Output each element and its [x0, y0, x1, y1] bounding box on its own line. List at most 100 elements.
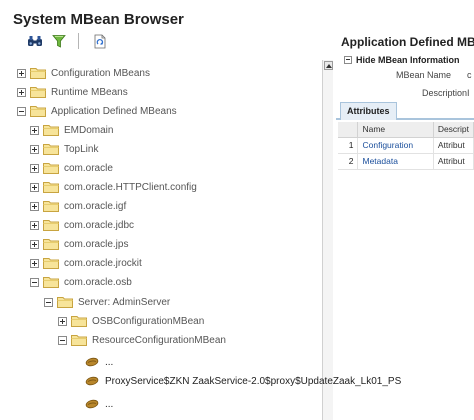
tree-node-runtime-mbeans[interactable]: Runtime MBeans: [17, 83, 128, 101]
tree-node-label: com.oracle.jdbc: [64, 219, 135, 231]
binoculars-icon[interactable]: [26, 32, 44, 50]
tree-node-application-defined-mbeans[interactable]: Application Defined MBeans: [17, 102, 177, 120]
description-label: Description: [422, 88, 468, 98]
hide-mbean-info-toggle[interactable]: Hide MBean Information: [344, 55, 460, 65]
tree-node-com-oracle-jps[interactable]: com.oracle.jps: [30, 235, 128, 253]
tree-leaf-label: ...: [105, 356, 114, 368]
expand-icon[interactable]: [30, 220, 39, 230]
folder-icon: [71, 315, 87, 327]
expand-icon[interactable]: [30, 182, 39, 192]
tree-leaf-mbean[interactable]: ...: [85, 353, 113, 371]
tree-node-com-oracle-jrockit[interactable]: com.oracle.jrockit: [30, 254, 142, 272]
attribute-description: Attribut: [433, 137, 474, 154]
folder-icon: [43, 124, 59, 136]
tree-leaf-label: ...: [105, 398, 114, 410]
mbean-tree: Configuration MBeans Runtime MBeans Appl…: [0, 58, 401, 420]
collapse-icon[interactable]: [44, 297, 53, 307]
section-label: Hide MBean Information: [356, 55, 460, 65]
expand-icon[interactable]: [30, 201, 39, 211]
tree-node-label: EMDomain: [64, 124, 114, 136]
tree-node-label: com.oracle.jrockit: [64, 257, 142, 269]
expand-icon[interactable]: [30, 258, 39, 268]
tree-node-label: com.oracle.jps: [64, 238, 129, 250]
collapse-icon[interactable]: [344, 56, 352, 64]
bean-icon: [85, 376, 99, 386]
tree-node-com-oracle-httpclient-config[interactable]: com.oracle.HTTPClient.config: [30, 178, 197, 196]
tree-node-label: Configuration MBeans: [51, 67, 150, 79]
attributes-table: Name Descript 1 Configuration Attribut 2…: [338, 122, 474, 170]
row-index: 2: [338, 153, 359, 170]
mbean-name-label: MBean Name: [396, 70, 452, 80]
folder-icon: [43, 200, 59, 212]
tree-leaf-mbean[interactable]: ProxyService$ZKN ZaakService-2.0$proxy$U…: [85, 372, 401, 390]
tree-node-toplink[interactable]: TopLink: [30, 140, 98, 158]
table-header-row: Name Descript: [338, 122, 474, 138]
attribute-description: Attribut: [433, 153, 474, 170]
folder-icon: [30, 86, 46, 98]
toolbar: [8, 28, 328, 54]
tab-attributes[interactable]: Attributes: [340, 102, 397, 120]
col-index: [338, 122, 359, 138]
tree-node-server-adminserver[interactable]: Server: AdminServer: [44, 293, 170, 311]
expand-icon[interactable]: [17, 87, 26, 97]
tree-node-com-oracle[interactable]: com.oracle: [30, 159, 113, 177]
col-name[interactable]: Name: [357, 122, 434, 138]
mbean-browser-window: System MBean Browser Configuration MBean…: [0, 0, 474, 420]
tree-node-osb-configuration-mbean[interactable]: OSBConfigurationMBean: [58, 312, 204, 330]
folder-icon: [43, 143, 59, 155]
tree-node-com-oracle-jdbc[interactable]: com.oracle.jdbc: [30, 216, 134, 234]
detail-tabs: Attributes: [336, 100, 474, 120]
col-description[interactable]: Descript: [433, 122, 474, 138]
tree-node-label: Application Defined MBeans: [51, 105, 177, 117]
tree-node-label: ResourceConfigurationMBean: [92, 334, 226, 346]
row-index: 1: [338, 137, 359, 154]
tree-node-label: com.oracle.osb: [64, 276, 132, 288]
tree-node-configuration-mbeans[interactable]: Configuration MBeans: [17, 64, 150, 82]
collapse-icon[interactable]: [58, 335, 67, 345]
expand-icon[interactable]: [30, 125, 39, 135]
folder-icon: [71, 334, 87, 346]
bean-icon: [85, 357, 99, 367]
tree-node-com-oracle-igf[interactable]: com.oracle.igf: [30, 197, 126, 215]
tree-node-label: Server: AdminServer: [78, 296, 171, 308]
tree-node-resource-configuration-mbean[interactable]: ResourceConfigurationMBean: [58, 331, 226, 349]
tree-node-com-oracle-osb[interactable]: com.oracle.osb: [30, 273, 132, 291]
table-row[interactable]: 1 Configuration Attribut: [338, 137, 474, 154]
tree-node-emdomain[interactable]: EMDomain: [30, 121, 113, 139]
folder-icon: [43, 219, 59, 231]
table-row[interactable]: 2 Metadata Attribut: [338, 153, 474, 170]
tree-node-label: Runtime MBeans: [51, 86, 128, 98]
folder-icon: [43, 276, 59, 288]
attribute-link[interactable]: Metadata: [357, 153, 434, 170]
tree-node-label: TopLink: [64, 143, 99, 155]
expand-icon[interactable]: [58, 316, 67, 326]
expand-icon[interactable]: [30, 163, 39, 173]
mbean-detail-panel: Application Defined MBea Hide MBean Info…: [336, 28, 474, 178]
folder-icon: [30, 105, 46, 117]
tree-node-label: com.oracle.igf: [64, 200, 127, 212]
page-title: System MBean Browser: [13, 11, 184, 28]
description-value: I: [467, 88, 470, 98]
mbean-name-value: c: [467, 70, 472, 80]
tree-leaf-label: ProxyService$ZKN ZaakService-2.0$proxy$U…: [105, 375, 402, 387]
folder-icon: [43, 181, 59, 193]
tree-node-label: com.oracle.HTTPClient.config: [64, 181, 197, 193]
tree-node-label: OSBConfigurationMBean: [92, 315, 205, 327]
expand-icon[interactable]: [30, 239, 39, 249]
bean-icon: [85, 399, 99, 409]
detail-title: Application Defined MBea: [341, 35, 474, 49]
folder-icon: [30, 67, 46, 79]
attribute-link[interactable]: Configuration: [357, 137, 434, 154]
tree-leaf-mbean[interactable]: ...: [85, 395, 113, 413]
collapse-icon[interactable]: [17, 106, 26, 116]
collapse-icon[interactable]: [30, 277, 39, 287]
tree-node-label: com.oracle: [64, 162, 113, 174]
expand-icon[interactable]: [30, 144, 39, 154]
folder-icon: [43, 238, 59, 250]
folder-icon: [43, 162, 59, 174]
folder-icon: [57, 296, 73, 308]
toolbar-divider: [78, 33, 79, 49]
filter-icon[interactable]: [50, 32, 68, 50]
refresh-icon[interactable]: [91, 32, 109, 50]
expand-icon[interactable]: [17, 68, 26, 78]
